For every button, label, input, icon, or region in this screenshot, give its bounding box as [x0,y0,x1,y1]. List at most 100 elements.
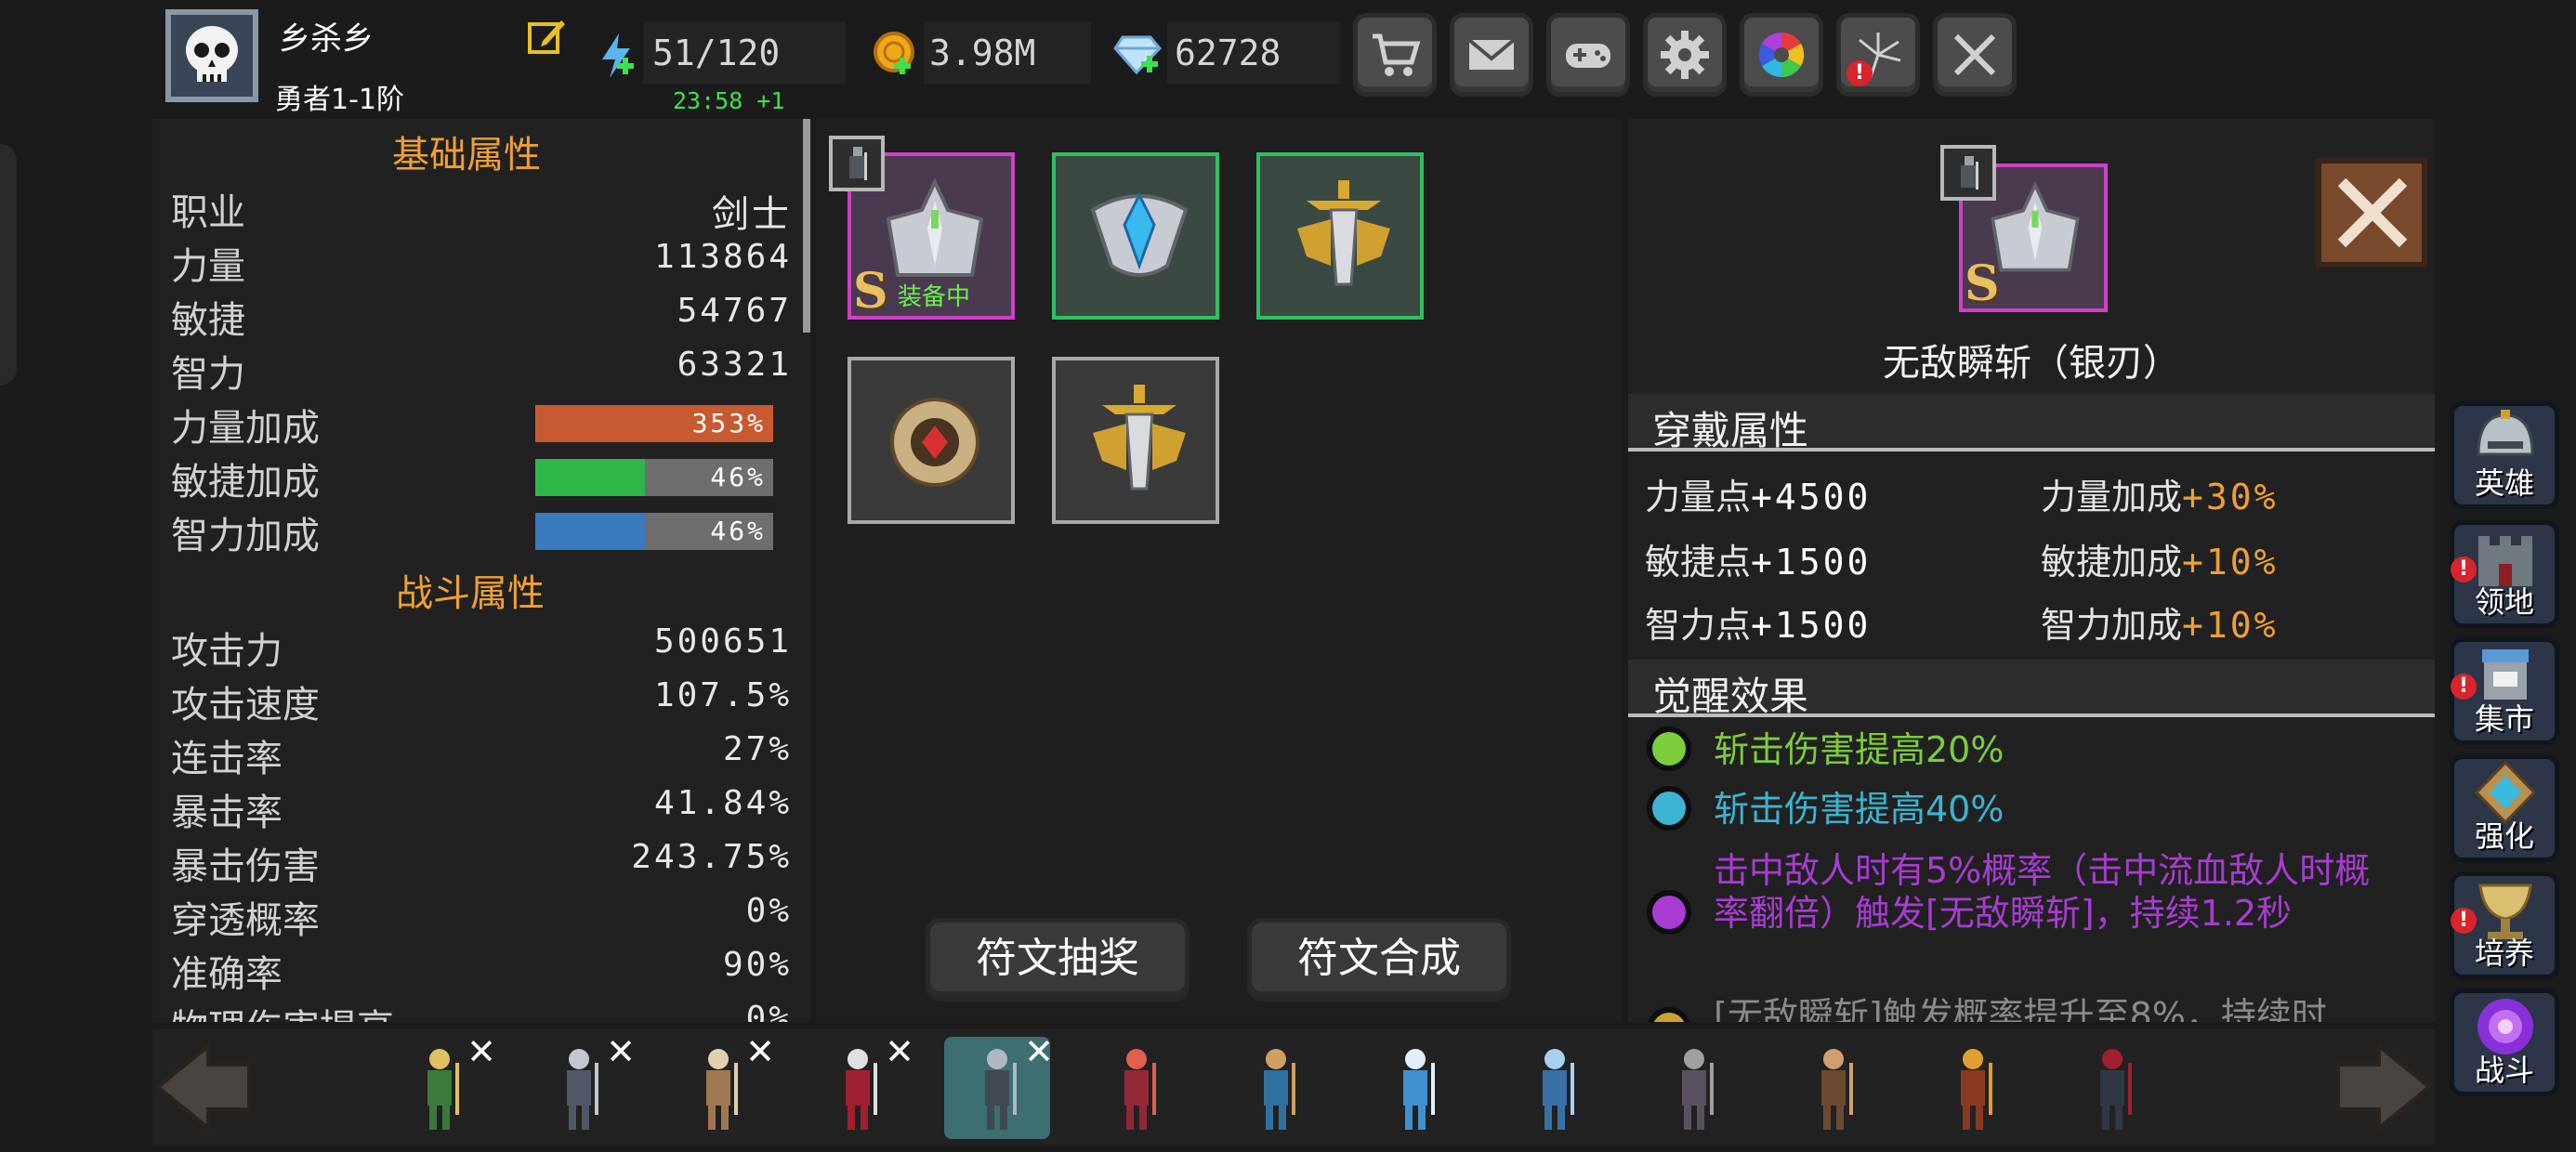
combat-attributes-title: 战斗属性 [396,572,545,615]
mail-icon [1467,38,1516,70]
hero-sprite-icon [1543,1049,1574,1130]
wear-attr: 力量点+4500 [1645,468,1871,519]
battle-tools-button[interactable] [1933,13,2017,97]
equipped-tag: 装备中 [898,283,971,311]
gamepad-button[interactable] [1546,13,1630,97]
awaken-effects-title: 觉醒效果 [1652,674,1809,719]
rune-grade: S [1965,255,2000,312]
sidebar-battle-button[interactable]: 战斗 [2450,988,2559,1096]
remove-hero-icon[interactable]: ✕ [885,1031,914,1072]
close-detail-button[interactable] [2316,158,2427,268]
attr-label: 力量加成 [2041,477,2183,517]
agi-bonus-label: 敏捷加成 [171,461,320,504]
hero-portrait[interactable] [1781,1037,1886,1139]
sidebar-market-label: 集市 [2474,701,2534,737]
gold-display: 3.98M [924,22,1091,84]
attr-label: 敏捷点 [1645,542,1752,583]
effect-purple-dot-icon [1647,890,1691,935]
color-wheel-button[interactable] [1740,13,1823,97]
hero-portrait[interactable] [1362,1037,1468,1139]
awaken-effect-2: 斩击伤害提高40% [1714,789,2004,830]
sidebar-hero-button[interactable]: 英雄 [2450,401,2559,509]
sidebar-territory-button[interactable]: ! 领地 [2450,520,2559,628]
remove-hero-icon[interactable]: ✕ [467,1031,496,1072]
combat-label: 攻击速度 [171,684,320,727]
hero-portrait[interactable]: ✕ [387,1031,496,1139]
combat-label: 暴击伤害 [171,845,320,888]
hero-portrait[interactable] [1641,1037,1747,1139]
rune-slot[interactable] [848,357,1015,524]
awaken-effect-4: [无敌瞬斩]触发概率提升至8%，持续时 [1714,995,2327,1022]
hero-portrait[interactable] [1502,1037,1608,1139]
str-bonus-bar: 353% [535,405,773,442]
attr-value: +30% [2182,477,2279,517]
hero-portrait[interactable] [1084,1037,1189,1139]
hero-portrait[interactable]: ✕ [944,1031,1054,1139]
int-bonus-label: 智力加成 [171,515,320,557]
hero-thumb-icon [849,147,867,180]
gamepad-icon [1566,44,1610,68]
sidebar-territory-label: 领地 [2474,584,2534,620]
hero-portrait[interactable]: ✕ [665,1031,775,1139]
combat-value: 0% [745,892,792,930]
hero-portrait[interactable] [1920,1037,2026,1139]
class-label: 职业 [171,191,245,234]
rune-inventory-panel: S 装备中 符文抽奖 符文合成 [816,119,1621,1022]
skull-avatar-icon [186,26,238,82]
attr-value: +1500 [1751,542,1872,583]
base-attributes-title: 基础属性 [392,134,541,177]
hero-sprite-icon [567,1049,598,1130]
rune-slot[interactable] [1052,357,1219,524]
prev-arrow-icon[interactable] [152,1042,255,1132]
gem-icon[interactable] [1113,32,1163,76]
combat-value: 0% [745,1000,792,1022]
golden-sword-rune-icon [1093,385,1186,491]
gem-value: 62728 [1175,33,1281,73]
rune-slot[interactable] [1052,152,1219,320]
hero-sprite-icon [1264,1049,1295,1130]
hero-thumb-icon [1961,156,1978,190]
sidebar-cultivate-button[interactable]: ! 培养 [2450,871,2559,979]
attr-value: +10% [2182,542,2279,583]
sidebar-battle-label: 战斗 [2474,1053,2534,1088]
effect-cyan-dot-icon [1647,786,1691,831]
close-icon [2337,177,2408,248]
hero-portrait[interactable]: ✕ [805,1031,914,1139]
str-value: 113864 [653,238,792,276]
edit-name-icon[interactable] [526,17,567,58]
hero-portrait[interactable] [2059,1037,2165,1139]
golden-sword-rune-icon [1297,180,1390,286]
combat-label: 连击率 [171,738,283,780]
sidebar-enhance-button[interactable]: 强化 [2450,754,2559,862]
fireworks-alert-badge: ! [1847,60,1873,86]
class-value: 剑士 [712,193,792,236]
rune-slot[interactable] [1256,152,1424,320]
fireworks-button[interactable]: ! [1836,13,1920,97]
remove-hero-icon[interactable]: ✕ [606,1031,636,1072]
settings-button[interactable] [1643,13,1727,97]
next-arrow-icon[interactable] [2333,1042,2435,1132]
gold-coin-icon[interactable] [872,30,918,76]
hero-sprite-icon [1403,1049,1435,1130]
stats-scrollbar[interactable] [803,119,810,333]
agi-label: 敏捷 [171,299,245,342]
rune-draw-button[interactable]: 符文抽奖 [926,918,1189,1001]
combat-value: 500651 [653,622,792,661]
player-rank: 勇者1-1阶 [275,84,404,116]
left-edge-handle[interactable] [0,144,17,386]
gold-value: 3.98M [929,33,1036,73]
shop-cart-icon [1373,33,1421,76]
remove-hero-icon[interactable]: ✕ [1024,1031,1054,1072]
hero-portrait[interactable] [1223,1037,1329,1139]
mail-button[interactable] [1450,13,1533,97]
sidebar-enhance-label: 强化 [2474,818,2534,854]
attr-label: 智力点 [1645,605,1752,646]
shop-button[interactable] [1353,13,1437,97]
stats-panel[interactable]: 基础属性 职业 剑士 力量 113864 敏捷 54767 智力 63321 力… [152,119,810,1022]
sidebar-market-button[interactable]: ! 集市 [2450,637,2559,745]
remove-hero-icon[interactable]: ✕ [745,1031,775,1072]
player-avatar[interactable] [165,9,258,102]
hero-portrait[interactable]: ✕ [526,1031,636,1139]
rune-synthesis-button[interactable]: 符文合成 [1247,918,1511,1001]
awaken-effects-header: 觉醒效果 [1628,660,2435,719]
